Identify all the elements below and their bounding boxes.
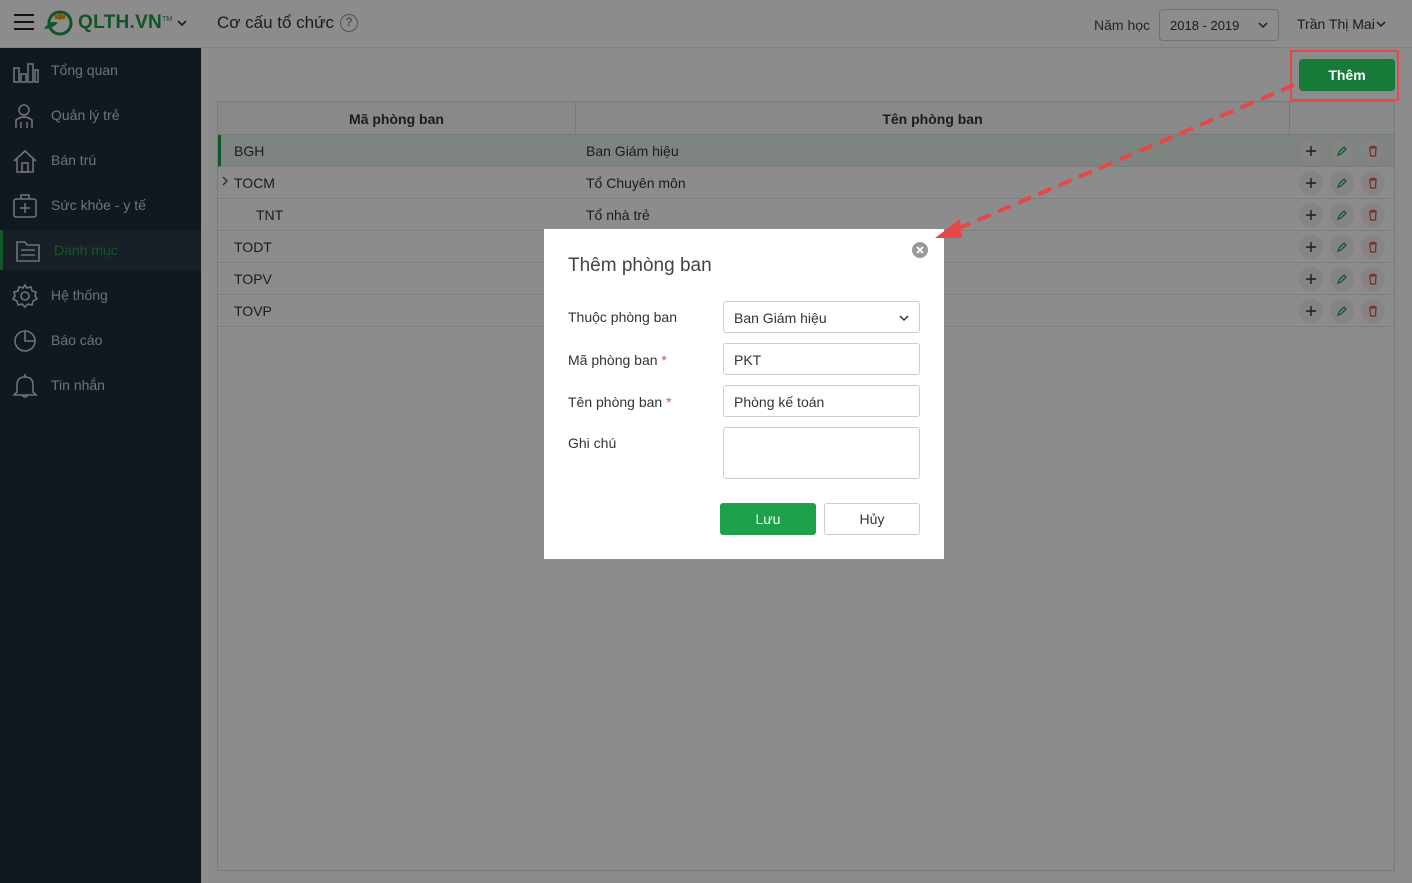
cancel-button[interactable]: Hủy: [824, 503, 920, 535]
add-department-dialog: Thêm phòng ban Thuộc phòng ban Ban Giám …: [544, 229, 944, 559]
parent-department-value: Ban Giám hiệu: [734, 310, 827, 326]
chevron-down-icon: [899, 315, 909, 322]
parent-department-label: Thuộc phòng ban: [568, 309, 677, 325]
department-code-input[interactable]: PKT: [723, 343, 920, 375]
required-mark: *: [666, 394, 672, 410]
department-code-value: PKT: [734, 352, 762, 368]
department-name-label: Tên phòng ban *: [568, 394, 672, 410]
note-label: Ghi chú: [568, 435, 617, 451]
parent-department-select[interactable]: Ban Giám hiệu: [723, 301, 920, 333]
required-mark: *: [661, 352, 667, 368]
dialog-title: Thêm phòng ban: [568, 255, 712, 276]
department-name-value: Phòng kế toán: [734, 394, 825, 410]
department-code-label: Mã phòng ban *: [568, 352, 667, 368]
save-button[interactable]: Lưu: [720, 503, 816, 535]
note-textarea[interactable]: [723, 427, 920, 479]
department-name-input[interactable]: Phòng kế toán: [723, 385, 920, 417]
close-icon[interactable]: [912, 242, 928, 258]
annotation-highlight-box: [1290, 50, 1399, 101]
